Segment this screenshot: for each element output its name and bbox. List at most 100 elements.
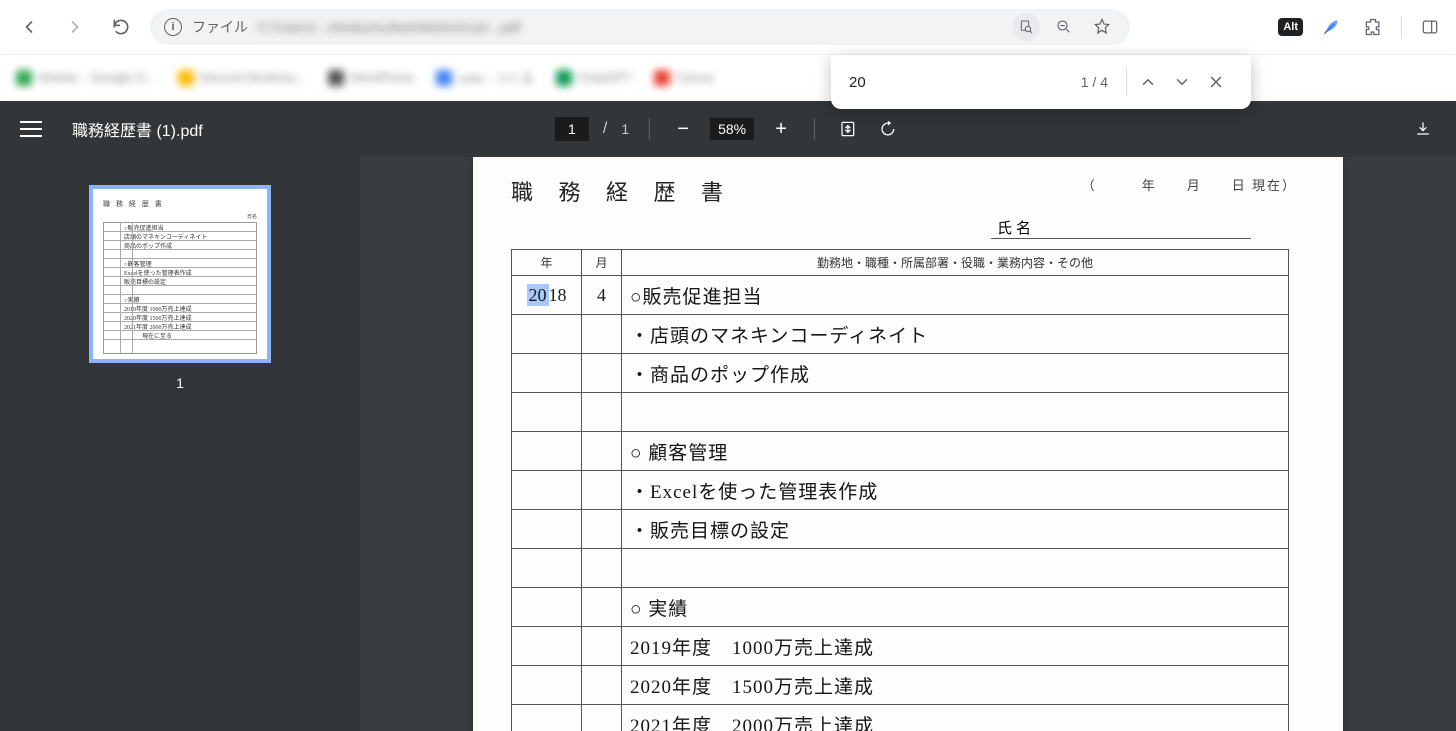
menu-button[interactable] (20, 115, 48, 143)
fit-page-button[interactable] (835, 116, 861, 142)
extensions-icon[interactable] (1359, 13, 1387, 41)
table-row: 2020年度 1500万売上達成 (512, 666, 1289, 705)
zoom-level: 58% (710, 118, 754, 140)
cell-year: 2018 (512, 276, 582, 315)
page-separator: / (603, 120, 607, 138)
alt-badge-icon[interactable]: Alt (1278, 18, 1303, 36)
th-year: 年 (512, 250, 582, 276)
resume-table: 年 月 勤務地・職種・所属部署・役職・業務内容・その他 20184○販売促進担当… (511, 249, 1289, 731)
cell-year (512, 627, 582, 666)
cell-month (582, 432, 622, 471)
page-total: 1 (621, 121, 629, 137)
search-page-icon[interactable] (1012, 13, 1040, 41)
page-number-input[interactable] (555, 117, 589, 141)
name-block: 氏名 (511, 217, 1251, 239)
cell-content: ・販売目標の設定 (622, 510, 1289, 549)
cell-month (582, 705, 622, 731)
cell-month: 4 (582, 276, 622, 315)
cell-month (582, 588, 622, 627)
find-next-button[interactable] (1165, 65, 1199, 99)
th-month: 月 (582, 250, 622, 276)
cell-year (512, 510, 582, 549)
table-row: ○ 実績 (512, 588, 1289, 627)
page-thumbnail[interactable]: 職 務 経 歴 書 氏名 ○販売促進担当 店頭のマネキンコーディネイト 商品のポ… (89, 185, 271, 363)
feather-extension-icon[interactable] (1317, 13, 1345, 41)
forward-button[interactable] (58, 10, 92, 44)
table-row: 2021年度 2000万売上達成 (512, 705, 1289, 731)
find-result-count: 1 / 4 (1081, 74, 1108, 90)
table-row (512, 393, 1289, 432)
page-scroll-area[interactable]: 職 務 経 歴 書 （ 年 月 日 現在） 氏名 年 月 勤務地・職種・所属部署… (360, 157, 1456, 731)
chrome-right-icons: Alt (1278, 13, 1444, 41)
thumbnail-number: 1 (176, 375, 184, 391)
rotate-button[interactable] (875, 116, 901, 142)
cell-month (582, 510, 622, 549)
zoom-in-button[interactable]: + (768, 116, 794, 142)
divider (649, 118, 650, 140)
divider (814, 118, 815, 140)
cell-content: 2021年度 2000万売上達成 (622, 705, 1289, 731)
table-row: 20184○販売促進担当 (512, 276, 1289, 315)
find-prev-button[interactable] (1131, 65, 1165, 99)
cell-month (582, 315, 622, 354)
table-row: ・店頭のマネキンコーディネイト (512, 315, 1289, 354)
cell-content: ○ 顧客管理 (622, 432, 1289, 471)
cell-year (512, 471, 582, 510)
cell-year (512, 354, 582, 393)
pdf-page: 職 務 経 歴 書 （ 年 月 日 現在） 氏名 年 月 勤務地・職種・所属部署… (473, 157, 1343, 731)
site-info-icon[interactable]: i (164, 18, 182, 36)
date-block: （ 年 月 日 現在） (1082, 175, 1297, 194)
th-detail: 勤務地・職種・所属部署・役職・業務内容・その他 (622, 250, 1289, 276)
cell-year (512, 588, 582, 627)
cell-content: ・店頭のマネキンコーディネイト (622, 315, 1289, 354)
cell-year (512, 315, 582, 354)
cell-content: ○ 実績 (622, 588, 1289, 627)
cell-content: ・商品のポップ作成 (622, 354, 1289, 393)
url-text: C:/Users/.../shokumu/keirekisho/scan...p… (258, 19, 1002, 35)
bookmark-star-icon[interactable] (1088, 13, 1116, 41)
cell-content (622, 393, 1289, 432)
find-close-button[interactable] (1199, 65, 1233, 99)
cell-month (582, 354, 622, 393)
cell-month (582, 666, 622, 705)
cell-content (622, 549, 1289, 588)
file-scheme-label: ファイル (192, 17, 248, 37)
cell-year (512, 666, 582, 705)
cell-content: ・Excelを使った管理表作成 (622, 471, 1289, 510)
cell-month (582, 393, 622, 432)
cell-content: ○販売促進担当 (622, 276, 1289, 315)
cell-month (582, 549, 622, 588)
divider (1126, 68, 1127, 96)
pdf-filename: 職務経歴書 (1).pdf (72, 117, 203, 141)
cell-content: 2019年度 1000万売上達成 (622, 627, 1289, 666)
thumbnail-panel: 職 務 経 歴 書 氏名 ○販売促進担当 店頭のマネキンコーディネイト 商品のポ… (0, 157, 360, 731)
find-in-page: 1 / 4 (831, 55, 1251, 109)
name-label: 氏名 (997, 221, 1035, 237)
table-row: ○ 顧客管理 (512, 432, 1289, 471)
cell-year (512, 549, 582, 588)
cell-month (582, 627, 622, 666)
toolbar-center: / 1 − 58% + (555, 116, 901, 142)
pdf-toolbar: 職務経歴書 (1).pdf / 1 − 58% + (0, 101, 1456, 157)
zoom-out-button[interactable]: − (670, 116, 696, 142)
table-row: ・販売目標の設定 (512, 510, 1289, 549)
side-panel-icon[interactable] (1416, 13, 1444, 41)
table-row (512, 549, 1289, 588)
table-row: 2019年度 1000万売上達成 (512, 627, 1289, 666)
table-row: ・Excelを使った管理表作成 (512, 471, 1289, 510)
cell-year (512, 705, 582, 731)
zoom-out-icon[interactable] (1050, 13, 1078, 41)
table-row: ・商品のポップ作成 (512, 354, 1289, 393)
pdf-viewer: 職務経歴書 (1).pdf / 1 − 58% + 職 務 経 歴 書 氏名 (0, 101, 1456, 731)
cell-year (512, 432, 582, 471)
cell-year (512, 393, 582, 432)
reload-button[interactable] (104, 10, 138, 44)
cell-content: 2020年度 1500万売上達成 (622, 666, 1289, 705)
divider (1401, 16, 1402, 38)
address-bar[interactable]: i ファイル C:/Users/.../shokumu/keirekisho/s… (150, 9, 1130, 45)
download-button[interactable] (1410, 116, 1436, 142)
pdf-body: 職 務 経 歴 書 氏名 ○販売促進担当 店頭のマネキンコーディネイト 商品のポ… (0, 157, 1456, 731)
cell-month (582, 471, 622, 510)
find-input[interactable] (849, 74, 1067, 91)
back-button[interactable] (12, 10, 46, 44)
